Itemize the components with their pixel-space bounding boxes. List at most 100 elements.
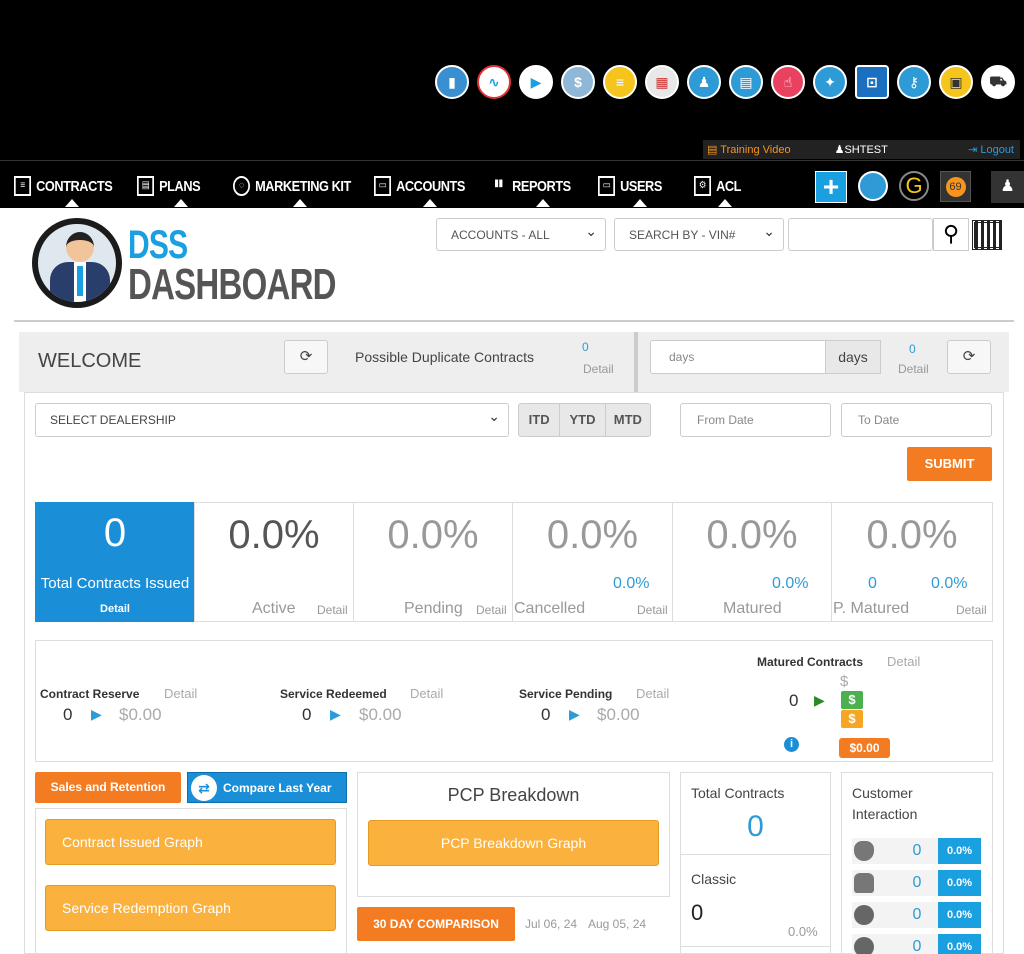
pending-detail[interactable]: Detail [476, 603, 507, 617]
nav-acl[interactable]: ⚙ ACL [694, 176, 741, 196]
service-redemption-graph-button[interactable]: Service Redemption Graph [45, 885, 336, 931]
chart-icon[interactable]: ▮ [435, 65, 469, 99]
days-detail-link[interactable]: Detail [898, 362, 929, 376]
p-matured-count[interactable]: 0 [868, 575, 877, 593]
compare-last-year-tab[interactable]: ⇄ Compare Last Year [187, 772, 347, 803]
message-icon[interactable]: ≡ [603, 65, 637, 99]
service-redeemed-detail[interactable]: Detail [410, 686, 443, 701]
nav-plans[interactable]: ▤ PLANS [137, 176, 201, 196]
notification-area[interactable]: 69 [940, 171, 971, 202]
search-icon[interactable]: ⚲ [933, 218, 969, 251]
touch-icon[interactable]: ☝ [771, 65, 805, 99]
g-icon[interactable]: G [899, 171, 929, 201]
user-strip: ▤ Training Video ♟SHTEST ⇥ Logout [703, 140, 1020, 159]
service-pending-detail[interactable]: Detail [636, 686, 669, 701]
refresh-duplicates-button[interactable]: ⟳ [284, 340, 328, 374]
compare-last-year-label: Compare Last Year [223, 780, 332, 795]
training-video-link[interactable]: ▤ Training Video [707, 143, 791, 156]
matured-contracts-label: Matured Contracts [757, 655, 864, 669]
search-by-select[interactable]: SEARCH BY - VIN# [614, 218, 784, 251]
contract-reserve-label: Contract Reserve [40, 687, 140, 701]
from-date-input[interactable]: From Date [680, 403, 831, 437]
cancelled-tile: 0.0% 0.0% Cancelled Detail [512, 502, 673, 622]
p-matured-detail[interactable]: Detail [956, 603, 987, 617]
nav-marketing-kit-label: MARKETING KIT [255, 177, 351, 195]
total-contracts-panel-value: 0 [747, 810, 764, 843]
nav-users-caret [633, 199, 647, 207]
dollar-chat-icon[interactable]: $ [561, 65, 595, 99]
android-icon [854, 873, 874, 893]
contract-reserve-detail[interactable]: Detail [164, 686, 197, 701]
active-detail[interactable]: Detail [317, 603, 348, 617]
pcp-breakdown-graph-button[interactable]: PCP Breakdown Graph [368, 820, 659, 866]
matured-amount-badge: $0.00 [839, 738, 890, 758]
nav-reports-caret [536, 199, 550, 207]
service-redeemed-arrow-icon: ▶ [330, 706, 341, 722]
people-icon[interactable]: ♟ [687, 65, 721, 99]
ci-row-chrome: 0 0.0% [852, 934, 981, 954]
nav-contracts-caret [65, 199, 79, 207]
duplicate-count[interactable]: 0 [582, 340, 589, 354]
sales-retention-tab[interactable]: Sales and Retention [35, 772, 181, 803]
days-count[interactable]: 0 [909, 342, 916, 356]
cancelled-detail[interactable]: Detail [637, 603, 668, 617]
dollar-sign-gray: $ [840, 673, 849, 690]
ytd-button[interactable]: YTD [560, 404, 606, 436]
nav-reports[interactable]: ▮▮ REPORTS [490, 176, 571, 196]
logout-link[interactable]: ⇥ Logout [968, 143, 1014, 156]
qr-code-icon[interactable] [972, 220, 1002, 250]
nav-marketing-kit[interactable]: ◌ MARKETING KIT [233, 176, 351, 196]
itd-button[interactable]: ITD [519, 404, 561, 436]
car-front-icon[interactable]: ⊡ [855, 65, 889, 99]
logo-text-dashboard: DASHBOARD [128, 260, 337, 309]
mtd-button[interactable]: MTD [606, 404, 650, 436]
nav-users[interactable]: ▭ USERS [598, 176, 662, 196]
matured-contracts-detail[interactable]: Detail [887, 654, 920, 669]
p-matured-sub-pct: 0.0% [931, 575, 968, 592]
info-icon[interactable]: i [784, 737, 799, 752]
submit-button[interactable]: SUBMIT [907, 447, 992, 481]
duplicate-detail-link[interactable]: Detail [583, 362, 614, 376]
days-input[interactable]: days [650, 340, 826, 374]
nav-accounts[interactable]: ▭ ACCOUNTS [374, 176, 465, 196]
nav-accounts-caret [423, 199, 437, 207]
car-side-icon[interactable]: ⛟ [981, 65, 1015, 99]
total-contracts-panel-label: Total Contracts [691, 785, 785, 801]
ci-browser-pct: 0.0% [938, 902, 981, 928]
total-contracts-tile[interactable]: 0 Total Contracts Issued Detail [35, 502, 195, 622]
classic-label: Classic [691, 871, 737, 887]
search-input[interactable] [788, 218, 933, 251]
contracts-icon: ≡ [14, 176, 31, 196]
contract-reserve-amount: $0.00 [119, 705, 162, 724]
username-label: SHTEST [844, 144, 888, 156]
user-profile-icon[interactable]: ♟ [991, 171, 1024, 203]
accounts-select[interactable]: ACCOUNTS - ALL [436, 218, 606, 251]
logo-mascot-icon [32, 218, 122, 308]
ci-browser-count: 0 [912, 906, 922, 923]
documents-icon[interactable]: ▤ [729, 65, 763, 99]
play-icon[interactable]: ▶ [519, 65, 553, 99]
to-date-input[interactable]: To Date [841, 403, 992, 437]
dollar-orange-icon: $ [841, 710, 863, 728]
service-pending-label: Service Pending [519, 687, 613, 701]
support-icon[interactable] [858, 171, 888, 201]
customer-interaction-title-2: Interaction [852, 806, 918, 822]
pending-tile: 0.0% Pending Detail [353, 502, 513, 622]
service-pending-amount: $0.00 [597, 705, 640, 724]
matured-sub-pct: 0.0% [772, 575, 809, 592]
top-header: ▮ ∿ ▶ $ ≡ ▦ ♟ ▤ ☝ ✦ ⊡ ⚷ ▣ ⛟ ▤ Training V… [0, 0, 1024, 160]
walk-icon[interactable]: ✦ [813, 65, 847, 99]
ci-row-browser: 0 0.0% [852, 902, 981, 928]
cancelled-label: Cancelled [514, 600, 586, 617]
dealership-select[interactable]: SELECT DEALERSHIP [35, 403, 509, 437]
total-contracts-detail[interactable]: Detail [36, 603, 194, 615]
monitor-icon[interactable]: ▣ [939, 65, 973, 99]
calendar-icon[interactable]: ▦ [645, 65, 679, 99]
key-icon[interactable]: ⚷ [897, 65, 931, 99]
nav-contracts[interactable]: ≡ CONTRACTS [14, 176, 113, 196]
refresh-days-button[interactable]: ⟳ [947, 340, 991, 374]
analytics-icon[interactable]: ∿ [477, 65, 511, 99]
contract-issued-graph-button[interactable]: Contract Issued Graph [45, 819, 336, 865]
add-button[interactable]: + [815, 171, 847, 203]
thirty-day-comparison-button[interactable]: 30 DAY COMPARISON [357, 907, 515, 941]
